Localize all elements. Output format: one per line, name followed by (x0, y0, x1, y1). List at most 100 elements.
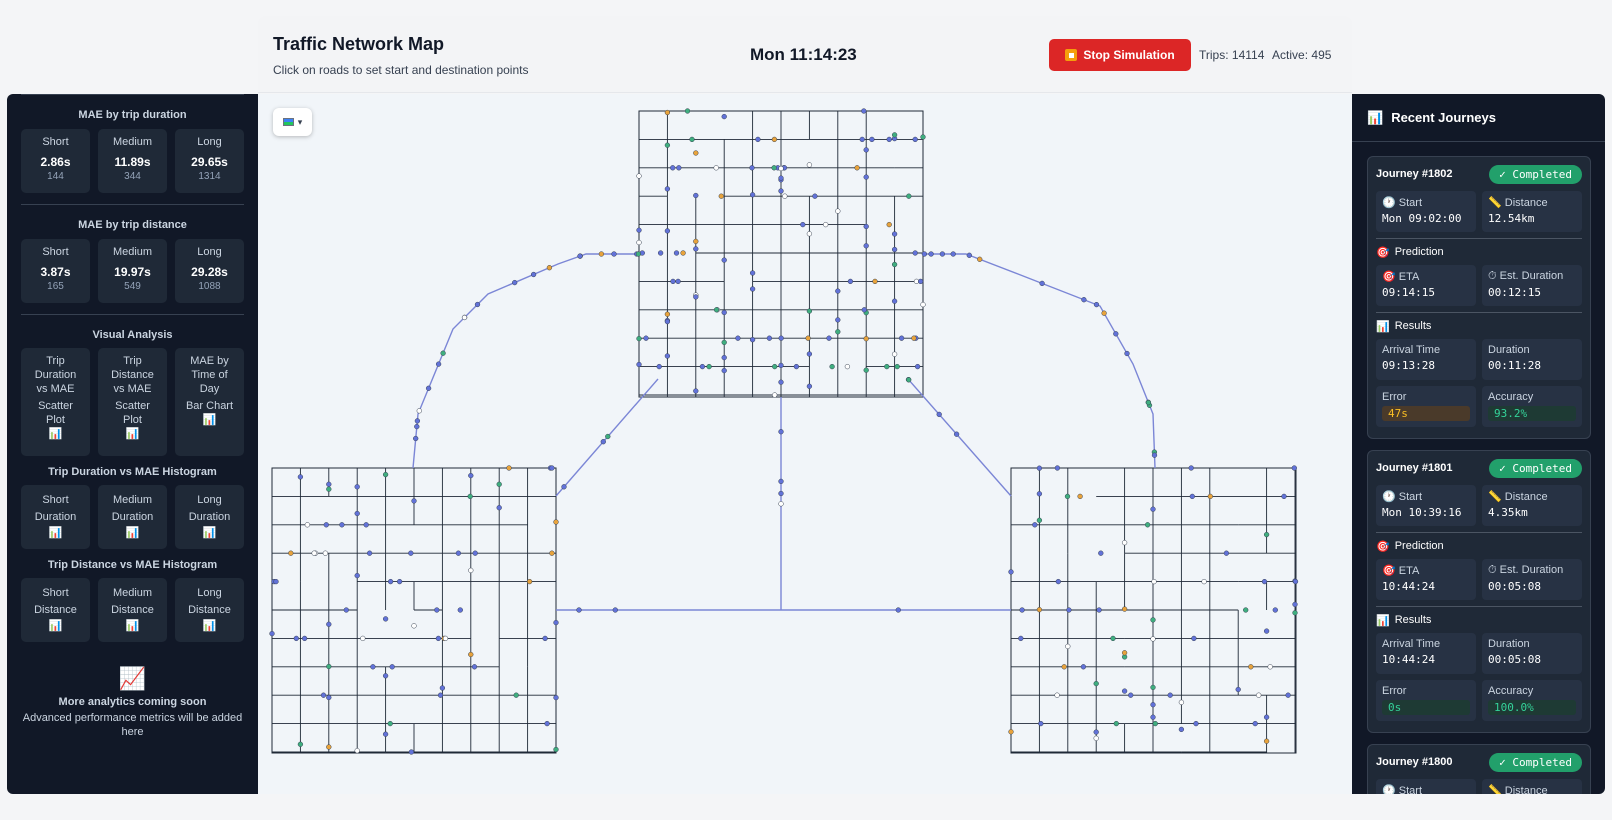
active-count: Active: 495 (1272, 48, 1332, 62)
vehicle-marker (635, 251, 642, 257)
layer-selector-button[interactable]: ▾ (273, 108, 312, 136)
vehicle-marker (1272, 607, 1278, 613)
divider (21, 314, 244, 315)
vehicle-marker (1152, 720, 1158, 727)
bar-chart-icon: 📊 (202, 414, 217, 426)
vehicle-marker (706, 363, 712, 370)
vehicle-marker (920, 134, 926, 140)
vehicle-marker (1167, 692, 1173, 698)
journey-card[interactable]: Journey #1800 ✓ Completed 🕐 Start 📏 Dist… (1367, 744, 1591, 794)
vehicle-marker (835, 208, 841, 214)
vehicle-marker (914, 363, 921, 370)
vehicle-marker (636, 227, 642, 233)
arrival-cell: Arrival Time 09:13:28 (1376, 339, 1476, 380)
card-label: Long (197, 246, 222, 258)
results-label: Results (1394, 614, 1432, 626)
hist-distance-short-card[interactable]: Short Distance 📊 (21, 578, 90, 642)
stop-simulation-button[interactable]: Stop Simulation (1049, 39, 1191, 71)
vehicle-marker (326, 663, 332, 670)
results-row: Arrival Time 09:13:28 Duration 00:11:28 (1376, 339, 1582, 380)
vehicle-marker (861, 307, 867, 313)
vehicle-marker (1008, 569, 1014, 575)
vehicle-marker (806, 231, 813, 237)
vehicle-marker (939, 251, 946, 257)
card-label: Long (197, 587, 222, 599)
hist-distance-medium-card[interactable]: Medium Distance 📊 (98, 578, 167, 642)
vehicle-marker (1201, 578, 1207, 585)
vehicle-marker (693, 294, 699, 300)
card-count: 1314 (198, 171, 221, 182)
vehicle-marker (718, 193, 724, 199)
hist-duration-short-card[interactable]: Short Duration 📊 (21, 485, 90, 549)
vehicle-marker (778, 490, 784, 497)
vehicle-marker (440, 350, 446, 356)
vehicle-marker (1285, 692, 1291, 698)
vehicle-marker (467, 493, 473, 500)
vehicle-marker (854, 165, 860, 171)
vehicle-marker (906, 193, 912, 199)
vehicle-marker (311, 550, 317, 556)
mae-time-of-day-card[interactable]: MAE by Time of Day Bar Chart 📊 (175, 348, 244, 456)
vehicle-marker (354, 748, 360, 754)
vehicle-marker (1292, 610, 1298, 616)
vehicle-marker (1144, 522, 1151, 528)
vehicle-marker (1263, 531, 1270, 538)
coming-soon-title: More analytics coming soon (58, 696, 207, 708)
vehicle-marker (772, 363, 778, 370)
card-sub: Duration (188, 511, 231, 523)
vehicle-marker (1128, 692, 1134, 698)
vehicle-marker (1150, 684, 1156, 691)
hist-duration-long-card[interactable]: Long Duration 📊 (175, 485, 244, 549)
road-network[interactable] (258, 94, 1352, 794)
chevron-down-icon: ▾ (297, 116, 303, 127)
vehicle-marker (749, 165, 755, 171)
est-duration-cell: ⏱ Est. Duration 00:12:15 (1482, 265, 1582, 306)
journey-card[interactable]: Journey #1802 ✓ Completed 🕐 Start Mon 09… (1367, 156, 1591, 439)
vehicle-marker (912, 250, 918, 256)
error-row: Error 47s Accuracy 93.2% (1376, 386, 1582, 427)
start-label: Start (1398, 491, 1422, 503)
card-count: 144 (47, 171, 64, 182)
start-cell: 🕐 Start (1376, 779, 1476, 794)
hist-duration-medium-card[interactable]: Medium Duration 📊 (98, 485, 167, 549)
vehicle-marker (693, 388, 699, 394)
traffic-map[interactable]: ▾ (258, 94, 1352, 794)
vehicle-marker (546, 265, 553, 271)
vehicle-marker (673, 250, 680, 256)
vehicle-marker (411, 623, 417, 629)
vehicle-marker (326, 481, 332, 487)
distance-label: Distance (1504, 197, 1548, 209)
vehicle-marker (936, 411, 942, 418)
vehicle-marker (844, 363, 851, 370)
map-layers-icon (282, 118, 294, 126)
bar-chart-icon: 📊 (1367, 109, 1384, 125)
vehicle-marker (457, 607, 463, 613)
arrival-cell: Arrival Time 10:44:24 (1376, 633, 1476, 674)
journey-card[interactable]: Journey #1801 ✓ Completed 🕐 Start Mon 10… (1367, 450, 1591, 733)
arrival-value: 10:44:24 (1382, 653, 1435, 666)
eta-value: 09:14:15 (1382, 286, 1435, 299)
vehicle-marker (823, 221, 829, 228)
vehicle-marker (323, 522, 329, 528)
trip-duration-scatter-card[interactable]: Trip Duration vs MAE Scatter Plot 📊 (21, 348, 90, 456)
card-count: 1088 (198, 281, 221, 292)
vehicle-marker (339, 522, 345, 528)
vehicle-marker (664, 228, 671, 234)
vehicle-marker (749, 286, 756, 292)
vehicle-marker (847, 278, 854, 285)
card-sub: Duration (111, 511, 154, 523)
vehicle-marker (1093, 680, 1099, 687)
mae-duration-row: Short 2.86s 144 Medium 11.89s 344 Long 2… (21, 129, 244, 193)
vehicle-marker (835, 317, 841, 323)
vehicle-marker (721, 113, 727, 120)
results-section-title: 📊 Results (1376, 606, 1582, 633)
vehicle-marker (1064, 493, 1071, 500)
vehicle-marker (1191, 635, 1197, 642)
hist-distance-long-card[interactable]: Long Distance 📊 (175, 578, 244, 642)
vehicle-marker (1151, 578, 1157, 585)
trip-distance-scatter-card[interactable]: Trip Distance vs MAE Scatter Plot 📊 (98, 348, 167, 456)
arrival-label: Arrival Time (1382, 344, 1441, 356)
vehicle-marker (693, 192, 699, 199)
card-kind-line: Scatter (38, 400, 73, 412)
vehicle-marker (1248, 664, 1254, 670)
